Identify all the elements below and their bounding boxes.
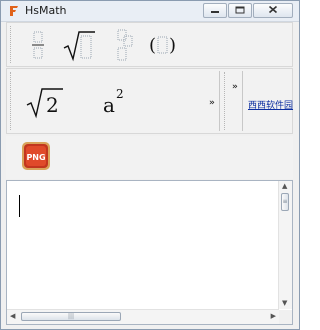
scrollbar-corner (279, 310, 292, 324)
toolbar-grip[interactable] (224, 72, 228, 130)
stacked-template-button[interactable] (112, 28, 136, 62)
svg-text:(: ( (149, 35, 156, 56)
restore-icon (235, 5, 245, 16)
scroll-right-icon[interactable]: ▶ (271, 313, 276, 320)
vertical-scroll-thumb[interactable]: ≡ (281, 193, 289, 211)
window-controls (203, 3, 293, 18)
app-icon (10, 6, 18, 16)
png-icon: PNG (22, 142, 50, 170)
power-icon: a 2 (103, 87, 124, 117)
thumb-grip-icon: ≡ (282, 198, 288, 205)
power-button[interactable]: a 2 (97, 85, 131, 119)
scroll-up-icon[interactable]: ▲ (282, 183, 287, 190)
close-icon (268, 5, 278, 16)
parentheses-button[interactable]: ( ) (147, 31, 179, 59)
toolbar-overflow-button[interactable]: » (209, 98, 215, 108)
power-base: a (103, 93, 115, 117)
sqrt-template-icon (63, 31, 95, 62)
scroll-down-icon[interactable]: ▼ (282, 300, 287, 307)
minimize-icon (211, 6, 219, 16)
toolbar-grip[interactable] (10, 72, 14, 130)
horizontal-scroll-thumb[interactable]: ||| (21, 312, 121, 321)
fraction-button[interactable] (27, 29, 49, 61)
png-label: PNG (26, 153, 45, 162)
parentheses-template-icon: ( ) (149, 35, 176, 56)
power-exponent: 2 (116, 87, 124, 101)
toolbar-overflow-button-2[interactable]: » (232, 82, 238, 92)
vertical-scrollbar[interactable]: ▲ ≡ ▼ (278, 181, 292, 309)
svg-text:): ) (169, 35, 176, 56)
sqrt-2-button[interactable]: 2 (25, 85, 65, 119)
formula-editor[interactable]: ▲ ≡ ▼ ◀ ||| ▶ (6, 180, 293, 325)
template-toolbar-1: ( ) (6, 22, 293, 67)
sqrt-2-icon: 2 (26, 88, 63, 119)
title-bar[interactable]: HsMath (1, 1, 299, 22)
export-png-button[interactable]: PNG (21, 141, 51, 171)
toolbar-grip[interactable] (10, 26, 14, 63)
app-window: HsMath () 2 a 2 » » 西西软件园 PNG ▲ ≡ ▼ ◀ |… (0, 0, 300, 330)
toolbar-separator (219, 71, 220, 131)
window-title: HsMath (25, 4, 67, 17)
site-link[interactable]: 西西软件园 (248, 98, 293, 111)
stacked-template-icon (117, 29, 133, 61)
close-button[interactable] (253, 3, 293, 18)
toolbar-separator (242, 71, 243, 131)
text-caret (19, 195, 20, 217)
horizontal-scrollbar[interactable]: ◀ ||| ▶ (7, 309, 279, 324)
export-toolbar: PNG (6, 136, 293, 179)
maximize-button[interactable] (228, 3, 252, 18)
scroll-left-icon[interactable]: ◀ (10, 313, 15, 320)
square-root-button[interactable] (61, 28, 97, 62)
thumb-grip-icon: ||| (67, 312, 75, 320)
minimize-button[interactable] (203, 3, 227, 18)
sqrt-radicand: 2 (46, 93, 59, 117)
fraction-template-icon (32, 31, 44, 59)
